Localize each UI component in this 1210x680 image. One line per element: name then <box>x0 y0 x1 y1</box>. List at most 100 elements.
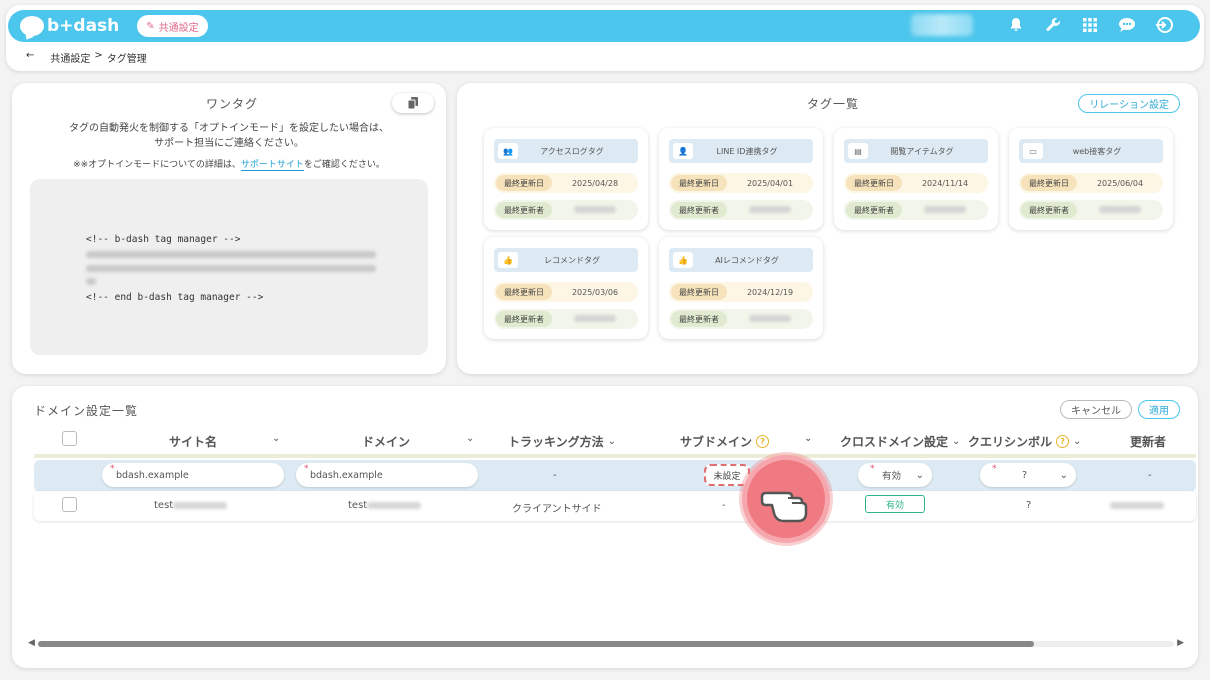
sort-domain[interactable]: ⌄ <box>466 433 474 444</box>
code-end-comment: <!-- end b-dash tag manager --> <box>86 292 264 303</box>
last-updated-user-row: 最終更新者 <box>669 309 813 329</box>
scroll-right-icon[interactable]: ▶ <box>1177 638 1184 648</box>
updater-cell: - <box>1148 470 1152 481</box>
chevron-down-icon: ⌄ <box>915 469 924 481</box>
scroll-left-icon[interactable]: ◀ <box>28 638 35 648</box>
column-cross-domain[interactable]: クロスドメイン設定 ⌄ <box>840 433 960 450</box>
last-updated-user-value <box>552 205 638 215</box>
column-tracking-label: トラッキング方法 <box>508 435 604 449</box>
tag-card[interactable]: 👍 レコメンドタグ 最終更新日 2025/03/06 最終更新者 <box>484 237 648 339</box>
tag-name: レコメンドタグ <box>544 255 600 265</box>
tag-card[interactable]: 👍 AIレコメンドタグ最終更新日 2024/12/19 最終更新者 <box>659 237 823 339</box>
thumbs-up-icon: 👍 <box>673 252 693 268</box>
last-updated-user-label: 最終更新者 <box>496 202 552 218</box>
cross-domain-status-badge: 有効 <box>865 495 925 513</box>
tag-list-card: タグ一覧 リレーション設定 👥 アクセスログタグ 最終更新日 2025/04/28 最終… <box>457 83 1198 374</box>
header-divider <box>34 454 1196 458</box>
help-icon[interactable]: ? <box>1056 435 1070 448</box>
query-symbol-select[interactable]: * ? ⌄ <box>980 463 1076 487</box>
wrench-icon[interactable] <box>1043 15 1063 35</box>
chevron-down-icon: ⌄ <box>952 436 961 447</box>
column-query-symbol[interactable]: クエリシンボル? ⌄ <box>968 433 1081 450</box>
column-cross-domain-label: クロスドメイン設定 <box>840 435 949 449</box>
row-checkbox[interactable] <box>62 497 77 512</box>
select-all-checkbox[interactable] <box>62 431 77 446</box>
tag-card-header: 👤 LINE ID連携タグ <box>669 139 813 163</box>
cross-domain-select[interactable]: * 有効 ⌄ <box>858 463 932 487</box>
tag-card[interactable]: ▤ 閲覧アイテムタグ 最終更新日 2024/11/14 最終更新者 <box>834 128 998 230</box>
required-mark: * <box>304 464 309 474</box>
column-site-name-label: サイト名 <box>169 435 218 449</box>
user-info[interactable] <box>911 14 973 36</box>
last-updated-user-value <box>727 314 813 324</box>
relation-settings-button[interactable]: リレーション設定 <box>1078 94 1180 113</box>
site-name-value: bdash.example <box>116 469 189 481</box>
last-updated-user-label: 最終更新者 <box>671 202 727 218</box>
chevron-down-icon: ⌄ <box>607 436 617 447</box>
support-site-link[interactable]: サポートサイト <box>240 160 304 171</box>
help-icon[interactable]: ? <box>756 435 770 448</box>
site-name-text: test <box>154 500 174 511</box>
column-subdomain[interactable]: サブドメイン? <box>680 433 770 450</box>
b-dash-logo[interactable]: b+dash <box>20 16 119 36</box>
subdomain-unset-button[interactable]: 未設定 <box>704 464 750 486</box>
chevron-down-icon: ⌄ <box>466 433 475 444</box>
onetag-note: ※※オプトインモードについての詳細は、サポートサイトをご確認ください。 <box>12 157 446 171</box>
chevron-down-icon: ⌄ <box>272 433 281 444</box>
last-updated-date-value: 2024/11/14 <box>921 178 969 188</box>
table-row[interactable]: test test クライアントサイド - ? <box>34 491 1196 521</box>
column-updater[interactable]: 更新者 <box>1130 433 1166 450</box>
onetag-description-line1: タグの自動発火を制御する「オプトインモード」を設定したい場合は、 <box>69 123 389 134</box>
blurred-text <box>574 314 616 322</box>
tag-card-header: 👍 AIレコメンドタグ <box>669 248 813 272</box>
onetag-card: ワンタグ タグの自動発火を制御する「オプトインモード」を設定したい場合は、 サポ… <box>12 83 446 374</box>
tag-card[interactable]: 👥 アクセスログタグ 最終更新日 2025/04/28 最終更新者 <box>484 128 648 230</box>
onetag-title: ワンタグ <box>200 95 265 114</box>
bell-icon[interactable] <box>1006 15 1026 35</box>
blurred-text <box>749 314 791 322</box>
required-mark: * <box>992 464 997 474</box>
sort-subdomain[interactable]: ⌄ <box>804 433 812 444</box>
person-icon: 👤 <box>673 143 693 159</box>
horizontal-scrollbar[interactable]: ◀ ▶ <box>28 638 1184 648</box>
cancel-button[interactable]: キャンセル <box>1060 400 1132 419</box>
site-name-input[interactable]: * bdash.example <box>102 463 284 487</box>
code-start-comment: <!-- b-dash tag manager --> <box>86 234 241 245</box>
site-name-cell: test <box>154 500 228 511</box>
domain-settings-card: ドメイン設定一覧 キャンセル 適用 サイト名 ⌄ ドメイン ⌄ トラッキング方法… <box>12 386 1198 668</box>
chat-icon[interactable] <box>1117 15 1137 35</box>
scroll-thumb[interactable] <box>38 641 1034 647</box>
column-tracking-method[interactable]: トラッキング方法 ⌄ <box>508 433 616 450</box>
required-mark: * <box>110 464 115 474</box>
copy-button[interactable] <box>392 93 434 113</box>
logo-text: b+dash <box>47 16 120 36</box>
last-updated-user-row: 最終更新者 <box>494 309 638 329</box>
shared-settings-button[interactable]: ✎ 共通設定 <box>137 15 208 37</box>
last-updated-user-value <box>552 314 638 324</box>
sort-site-name[interactable]: ⌄ <box>272 433 280 444</box>
edit-row: * bdash.example * bdash.example - * 有効 ⌄… <box>34 460 1196 492</box>
last-updated-date-row: 最終更新日 2024/12/19 <box>669 282 813 302</box>
tag-card[interactable]: ▭ web接客タグ 最終更新日 2025/06/04 最終更新者 <box>1009 128 1173 230</box>
tag-icon: ✎ <box>146 20 155 32</box>
tag-list-title: タグ一覧 <box>801 95 866 114</box>
tag-code-box[interactable]: <!-- b-dash tag manager --> <!-- end b-d… <box>30 179 428 355</box>
column-site-name[interactable]: サイト名 <box>169 433 217 450</box>
query-symbol-value: ? <box>1022 469 1028 481</box>
last-updated-user-value <box>727 205 813 215</box>
column-domain[interactable]: ドメイン <box>362 433 410 450</box>
back-arrow-icon[interactable]: ← <box>26 50 34 65</box>
last-updated-user-row: 最終更新者 <box>844 200 988 220</box>
domain-input[interactable]: * bdash.example <box>296 463 478 487</box>
tag-card[interactable]: 👤 LINE ID連携タグ 最終更新日 2025/04/01 最終更新者 <box>659 128 823 230</box>
tag-card-header: ▭ web接客タグ <box>1019 139 1163 163</box>
tag-name: アクセスログタグ <box>540 146 604 156</box>
tag-card-header: 👍 レコメンドタグ <box>494 248 638 272</box>
apply-button[interactable]: 適用 <box>1138 400 1180 419</box>
breadcrumb-parent[interactable]: 共通設定 <box>50 50 90 65</box>
query-symbol-cell: ? <box>1026 500 1032 511</box>
people-icon: 👥 <box>498 143 518 159</box>
grid-icon[interactable] <box>1080 15 1100 35</box>
last-updated-date-label: 最終更新日 <box>1021 175 1077 191</box>
logout-icon[interactable] <box>1154 15 1174 35</box>
